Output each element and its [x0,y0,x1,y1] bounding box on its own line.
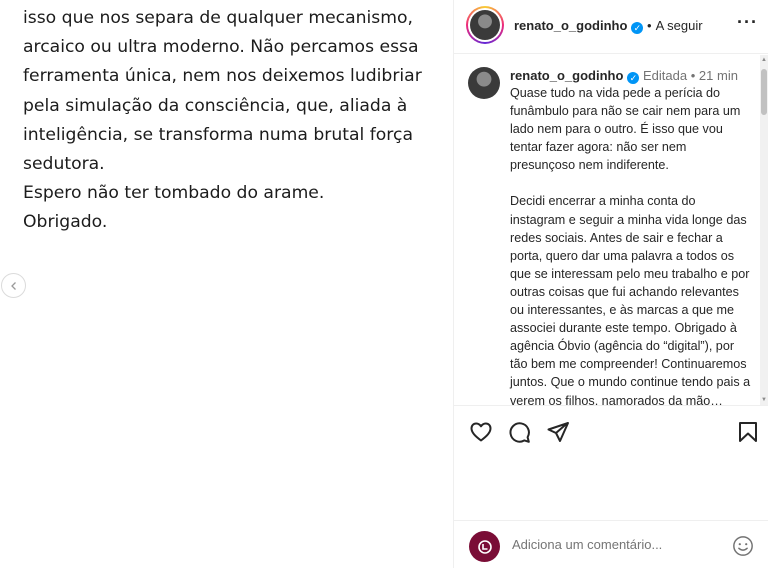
media-line: Obrigado. [23,212,108,233]
media-text: isso que nos separa de qualquer mecanism… [23,4,443,238]
emoji-icon[interactable] [732,535,754,557]
post-actions [454,406,768,458]
media-line: sedutora. [23,154,105,175]
header-follow-wrap: • A seguir [643,18,703,33]
caption-paragraph: Quase tudo na vida pede a perícia do fun… [510,86,741,173]
following-button[interactable]: A seguir [656,18,703,33]
media-line: pela simulação da consciência, que, alia… [23,95,408,116]
post-media: isso que nos separa de qualquer mecanism… [0,0,453,568]
caption-scrollbar[interactable]: ▲ ▼ [760,55,768,405]
scrollbar-thumb[interactable] [761,69,767,115]
edited-label: Editada [643,68,688,83]
chevron-left-icon [10,281,16,290]
caption-text: Quase tudo na vida pede a perícia do fun… [510,84,754,405]
bookmark-icon[interactable] [736,420,760,444]
scroll-down-icon[interactable]: ▼ [761,397,767,403]
caption-username[interactable]: renato_o_godinho [510,68,623,83]
comment-input[interactable] [512,537,712,552]
media-line: ferramenta única, nem nos deixemos ludib… [23,66,422,87]
verified-badge-icon: ✓ [627,72,640,84]
verified-badge-icon: ✓ [631,22,644,34]
more-options-button[interactable]: ··· [737,12,758,33]
scroll-up-icon[interactable]: ▲ [761,57,767,63]
post-side-panel: renato_o_godinho ✓ • A seguir ··· renato_o… [454,0,768,568]
post-header: renato_o_godinho ✓ • A seguir ··· [454,0,768,54]
avatar[interactable] [468,67,500,99]
avatar [470,10,500,40]
heart-icon[interactable] [469,420,493,444]
caption-time[interactable]: 21 min [699,68,738,83]
caption-header: renato_o_godinho ✓ Editada • 21 min [510,68,738,84]
media-line: Espero não ter tombado do arame. [23,183,325,204]
user-logo-icon [477,539,492,554]
share-icon[interactable] [546,420,570,444]
header-username-wrap: renato_o_godinho ✓ [514,18,644,34]
story-ring-avatar[interactable] [466,6,504,44]
separator-dot: • [690,68,696,83]
comment-bar [454,520,768,568]
media-line: isso que nos separa de qualquer mecanism… [23,8,413,28]
header-username[interactable]: renato_o_godinho [514,18,627,33]
media-line: arcaico ou ultra moderno. Não percamos e… [23,37,419,58]
caption-paragraph: Decidi encerrar a minha conta do instagr… [510,194,751,405]
separator-dot: • [647,18,652,33]
caption-area: renato_o_godinho ✓ Editada • 21 min Quase… [454,55,768,405]
media-line: inteligência, se transforma numa brutal … [23,124,413,145]
previous-slide-button[interactable] [1,273,26,298]
comment-icon[interactable] [507,420,531,444]
avatar [469,531,500,562]
